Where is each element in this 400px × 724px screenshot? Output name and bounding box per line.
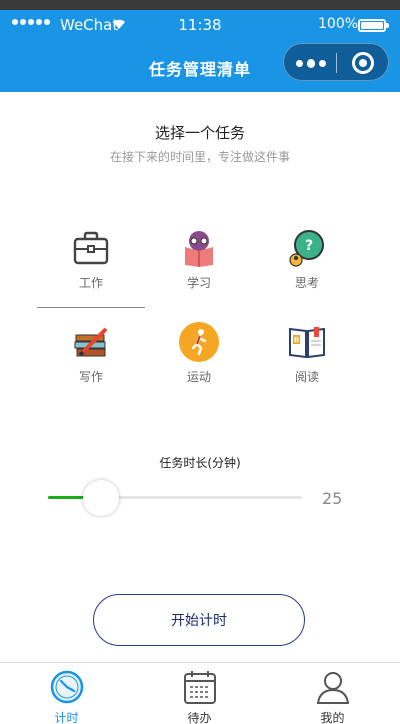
capsule-divider [336, 53, 337, 73]
start-timer-button[interactable]: 开始计时 [93, 594, 305, 646]
writing-icon [71, 322, 111, 362]
tab-label: 计时 [54, 711, 79, 724]
task-label: 思考 [294, 276, 319, 290]
selected-task-underline [37, 307, 145, 308]
user-icon [316, 672, 349, 704]
task-label: 运动 [186, 370, 211, 384]
tab-profile[interactable]: 我的 [266, 663, 399, 724]
running-icon [179, 322, 219, 362]
calendar-icon [183, 671, 216, 704]
tab-timer[interactable]: 计时 [0, 663, 133, 724]
app-header: WeChat 11:38 100% 任务管理清单 [0, 10, 400, 92]
clock-icon [50, 670, 83, 704]
slider-thumb[interactable] [83, 480, 120, 516]
task-item-study[interactable]: 学习 [145, 228, 253, 291]
bottom-tab-bar: 计时 待办 我的 [0, 662, 400, 724]
system-top-strip [0, 0, 400, 10]
task-item-work[interactable]: 工作 [37, 228, 145, 291]
duration-slider[interactable] [48, 478, 302, 518]
select-task-subtitle: 在接下来的时间里，专注做这件事 [109, 150, 290, 164]
battery-icon [358, 19, 389, 32]
svg-text:B: B [294, 336, 299, 344]
duration-value: 25 [322, 489, 343, 508]
select-task-title: 选择一个任务 [154, 124, 245, 142]
battery-percent: 100% [318, 16, 359, 32]
tab-todo[interactable]: 待办 [133, 663, 266, 724]
task-item-read[interactable]: B 阅读 [253, 322, 361, 385]
task-label: 阅读 [294, 370, 319, 384]
more-menu-icon[interactable] [296, 58, 327, 68]
miniprogram-capsule [283, 43, 389, 81]
study-icon [179, 228, 219, 268]
tab-label: 待办 [187, 711, 212, 724]
duration-label: 任务时长(分钟) [159, 456, 241, 470]
task-item-exercise[interactable]: 运动 [145, 322, 253, 385]
svg-text:?: ? [305, 238, 313, 254]
close-miniprogram-icon[interactable] [352, 52, 374, 74]
task-item-write[interactable]: 写作 [37, 322, 145, 385]
task-label: 学习 [186, 276, 211, 290]
task-label: 工作 [78, 276, 103, 290]
thinking-icon: ? [287, 228, 327, 268]
reading-icon: B [287, 322, 327, 362]
task-label: 写作 [78, 370, 103, 384]
tab-label: 我的 [320, 711, 345, 724]
status-bar: WeChat 11:38 100% [0, 10, 400, 40]
task-item-think[interactable]: ? 思考 [253, 228, 361, 291]
briefcase-icon [71, 228, 111, 268]
